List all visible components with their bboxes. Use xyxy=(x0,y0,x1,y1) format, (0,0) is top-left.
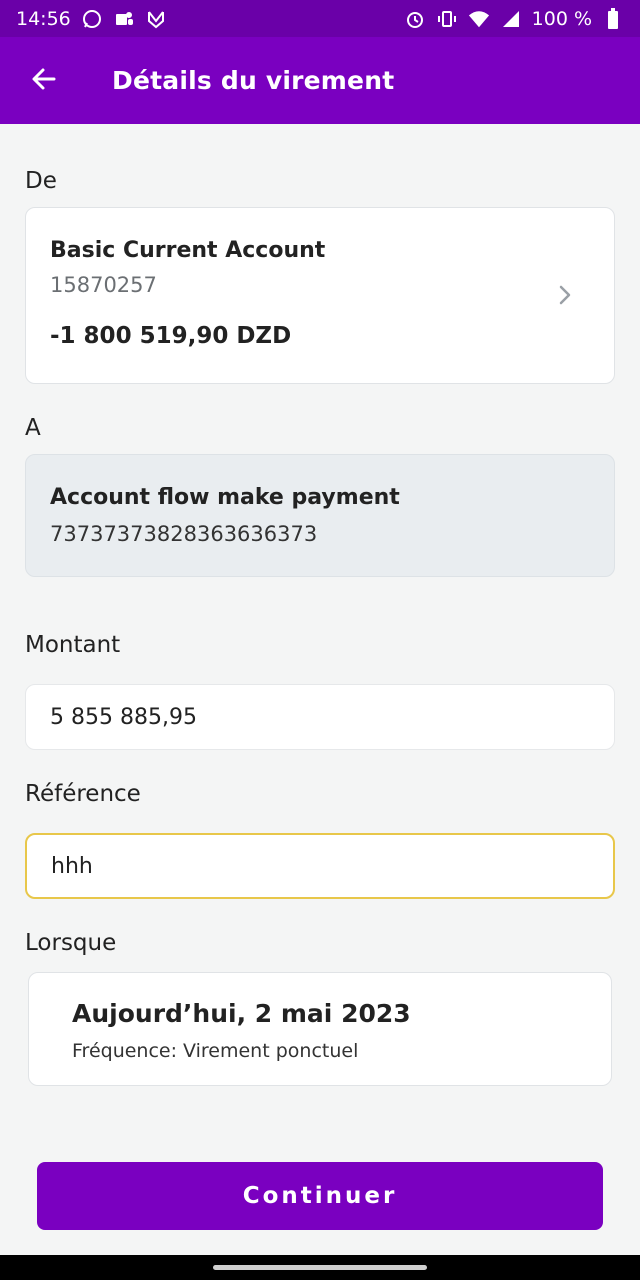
reference-value: hhh xyxy=(51,853,93,879)
home-handle[interactable] xyxy=(213,1265,427,1270)
reference-label: Référence xyxy=(25,781,141,807)
schedule-card[interactable]: Aujourd’hui, 2 mai 2023 Fréquence: Virem… xyxy=(28,972,612,1086)
chevron-right-icon xyxy=(554,284,576,306)
page-title: Détails du virement xyxy=(112,66,395,95)
whatsapp-icon xyxy=(81,8,103,30)
vibrate-icon xyxy=(436,8,458,30)
system-nav-bar xyxy=(0,1255,640,1280)
reference-input[interactable]: hhh xyxy=(25,833,615,899)
battery-percent: 100 % xyxy=(531,7,592,30)
to-account-card: Account flow make payment 73737373828363… xyxy=(25,454,615,577)
shield-app-icon xyxy=(145,8,167,30)
to-account-number: 73737373828363636373 xyxy=(50,522,318,546)
back-button[interactable] xyxy=(0,37,88,124)
from-label: De xyxy=(25,168,57,194)
to-label: A xyxy=(25,415,41,441)
schedule-date: Aujourd’hui, 2 mai 2023 xyxy=(72,999,411,1028)
when-label: Lorsque xyxy=(25,930,117,956)
from-account-name: Basic Current Account xyxy=(50,238,326,263)
from-account-card[interactable]: Basic Current Account 15870257 -1 800 51… xyxy=(25,207,615,384)
app-bar: Détails du virement xyxy=(0,37,640,124)
battery-icon xyxy=(602,7,624,30)
status-time: 14:56 xyxy=(16,7,71,30)
from-account-number: 15870257 xyxy=(50,273,157,297)
from-account-balance: -1 800 519,90 DZD xyxy=(50,323,292,349)
amount-label: Montant xyxy=(25,632,121,658)
teams-icon xyxy=(113,8,135,30)
signal-icon xyxy=(500,8,522,30)
wifi-icon xyxy=(468,8,490,30)
amount-input[interactable]: 5 855 885,95 xyxy=(25,684,615,750)
to-account-name: Account flow make payment xyxy=(50,485,400,510)
alarm-icon xyxy=(404,8,426,30)
arrow-left-icon xyxy=(30,65,58,97)
schedule-frequency: Fréquence: Virement ponctuel xyxy=(72,1040,359,1062)
amount-value: 5 855 885,95 xyxy=(50,704,197,730)
status-bar: 14:56 100 % xyxy=(0,0,640,37)
continue-button[interactable]: Continuer xyxy=(37,1162,603,1230)
